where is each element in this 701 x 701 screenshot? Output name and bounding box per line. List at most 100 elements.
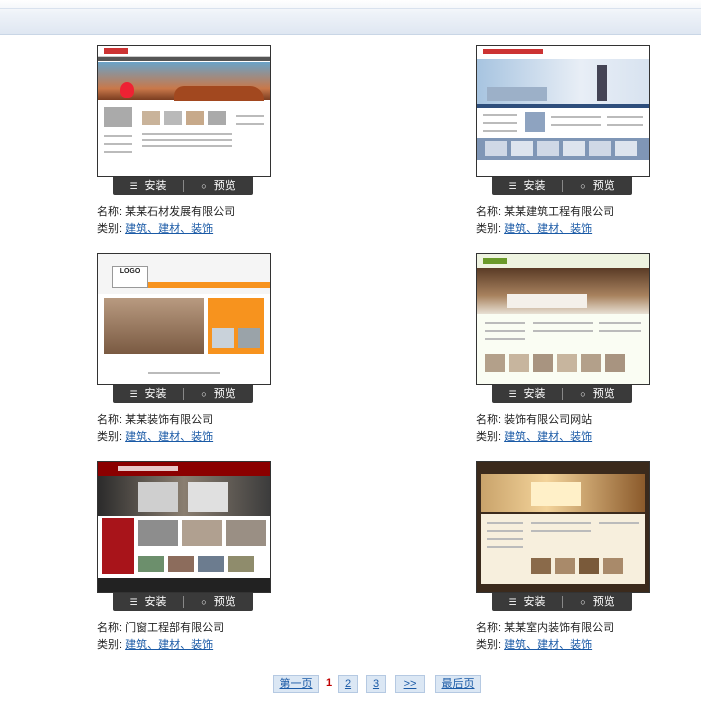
category-link-5[interactable]: 建筑、建材、装饰	[125, 639, 213, 651]
preview-label: 预览	[213, 180, 236, 192]
preview-label: 预览	[592, 596, 615, 608]
thumb-body	[98, 101, 270, 176]
template-category-3: 类别: 建筑、建材、装饰	[97, 431, 214, 443]
template-thumbnail-4[interactable]	[476, 253, 650, 385]
balloon-image	[120, 82, 134, 98]
thumb-nav	[98, 57, 270, 61]
template-name-6: 名称: 某某室内装饰有限公司	[476, 622, 615, 634]
search-icon: ○	[201, 597, 207, 607]
preview-label: 预览	[213, 388, 236, 400]
thumb-body	[481, 514, 645, 584]
template-name-4: 名称: 装饰有限公司网站	[476, 414, 593, 426]
search-icon: ○	[201, 181, 207, 191]
search-icon: ○	[580, 389, 586, 399]
install-label: 安装	[144, 180, 167, 192]
template-name-5: 名称: 门窗工程部有限公司	[97, 622, 225, 634]
list-icon: ☰	[129, 597, 138, 607]
template-name-3: 名称: 某某装饰有限公司	[97, 414, 214, 426]
page-2-link[interactable]: 2	[338, 675, 358, 693]
template-card-5: ☰ 安装 ○ 预览 名称: 门窗工程部有限公司 类别: 建筑、建材、装饰	[97, 461, 287, 661]
preview-button-6[interactable]: ○ 预览	[563, 593, 632, 611]
template-card-1: ☰ 安装 ○ 预览 名称: 某某石材发展有限公司 类别: 建筑、建材、装饰	[97, 45, 287, 245]
action-bar-4: ☰ 安装 ○ 预览	[492, 385, 632, 403]
thumb-logo	[104, 48, 128, 54]
category-link-4[interactable]: 建筑、建材、装饰	[504, 431, 592, 443]
install-label: 安装	[144, 388, 167, 400]
thumb-banner	[481, 474, 645, 512]
thumb-logo: LOGO	[112, 266, 148, 288]
template-card-2: ☰ 安装 ○ 预览 名称: 某某建筑工程有限公司 类别: 建筑、建材、装饰	[476, 45, 666, 245]
preview-button-1[interactable]: ○ 预览	[184, 177, 253, 195]
action-bar-3: ☰ 安装 ○ 预览	[113, 385, 253, 403]
category-link-1[interactable]: 建筑、建材、装饰	[125, 223, 213, 235]
install-label: 安装	[523, 388, 546, 400]
room-image	[104, 298, 204, 354]
template-card-3: LOGO ☰ 安装 ○ 预览 名称: 某某装饰有限公司 类别: 建筑、建材、装饰	[97, 253, 287, 453]
category-link-6[interactable]: 建筑、建材、装饰	[504, 639, 592, 651]
install-button-2[interactable]: ☰ 安装	[492, 177, 562, 195]
template-thumbnail-5[interactable]	[97, 461, 271, 593]
page-3-link[interactable]: 3	[366, 675, 386, 693]
preview-label: 预览	[213, 596, 236, 608]
last-page-link[interactable]: 最后页	[435, 675, 481, 693]
category-link-3[interactable]: 建筑、建材、装饰	[125, 431, 213, 443]
preview-button-5[interactable]: ○ 预览	[184, 593, 253, 611]
preview-button-4[interactable]: ○ 预览	[563, 385, 632, 403]
search-icon: ○	[580, 597, 586, 607]
list-icon: ☰	[129, 181, 138, 191]
thumb-header: LOGO	[98, 254, 270, 294]
first-page-link[interactable]: 第一页	[273, 675, 319, 693]
thumb-nav	[148, 282, 270, 288]
thumb-side-panel	[102, 518, 134, 574]
install-label: 安装	[144, 596, 167, 608]
template-category-1: 类别: 建筑、建材、装饰	[97, 223, 214, 235]
action-bar-6: ☰ 安装 ○ 预览	[492, 593, 632, 611]
preview-button-2[interactable]: ○ 预览	[563, 177, 632, 195]
top-header-bar	[0, 0, 701, 35]
install-label: 安装	[523, 596, 546, 608]
thumb-banner	[98, 62, 270, 116]
template-category-5: 类别: 建筑、建材、装饰	[97, 639, 214, 651]
thumb-header	[98, 46, 270, 57]
template-name-2: 名称: 某某建筑工程有限公司	[476, 206, 615, 218]
category-link-2[interactable]: 建筑、建材、装饰	[504, 223, 592, 235]
preview-label: 预览	[592, 180, 615, 192]
list-icon: ☰	[508, 389, 517, 399]
template-name-1: 名称: 某某石材发展有限公司	[97, 206, 236, 218]
template-thumbnail-1[interactable]	[97, 45, 271, 177]
search-icon: ○	[201, 389, 207, 399]
thumb-header	[477, 254, 649, 268]
action-bar-1: ☰ 安装 ○ 预览	[113, 177, 253, 195]
action-bar-5: ☰ 安装 ○ 预览	[113, 593, 253, 611]
template-thumbnail-6[interactable]	[476, 461, 650, 593]
install-button-3[interactable]: ☰ 安装	[113, 385, 183, 403]
thumb-nav	[477, 104, 649, 108]
thumb-header	[98, 462, 270, 476]
action-bar-2: ☰ 安装 ○ 预览	[492, 177, 632, 195]
preview-button-3[interactable]: ○ 预览	[184, 385, 253, 403]
template-card-6: ☰ 安装 ○ 预览 名称: 某某室内装饰有限公司 类别: 建筑、建材、装饰	[476, 461, 666, 661]
thumb-header	[477, 46, 649, 58]
install-button-1[interactable]: ☰ 安装	[113, 177, 183, 195]
template-category-6: 类别: 建筑、建材、装饰	[476, 639, 593, 651]
search-icon: ○	[580, 181, 586, 191]
template-card-4: ☰ 安装 ○ 预览 名称: 装饰有限公司网站 类别: 建筑、建材、装饰	[476, 253, 666, 453]
template-thumbnail-3[interactable]: LOGO	[97, 253, 271, 385]
install-label: 安装	[523, 180, 546, 192]
pagination: 第一页 1 2 3 >> 最后页	[0, 675, 701, 695]
thumb-banner	[477, 59, 649, 104]
template-thumbnail-2[interactable]	[476, 45, 650, 177]
install-button-5[interactable]: ☰ 安装	[113, 593, 183, 611]
next-page-link[interactable]: >>	[395, 675, 425, 693]
room-image	[477, 268, 649, 314]
current-page: 1	[325, 677, 333, 689]
list-icon: ☰	[508, 181, 517, 191]
install-button-4[interactable]: ☰ 安装	[492, 385, 562, 403]
template-category-4: 类别: 建筑、建材、装饰	[476, 431, 593, 443]
install-button-6[interactable]: ☰ 安装	[492, 593, 562, 611]
thumb-body	[477, 314, 649, 384]
thumb-footer	[98, 358, 270, 384]
header-divider	[0, 8, 701, 9]
list-icon: ☰	[129, 389, 138, 399]
list-icon: ☰	[508, 597, 517, 607]
